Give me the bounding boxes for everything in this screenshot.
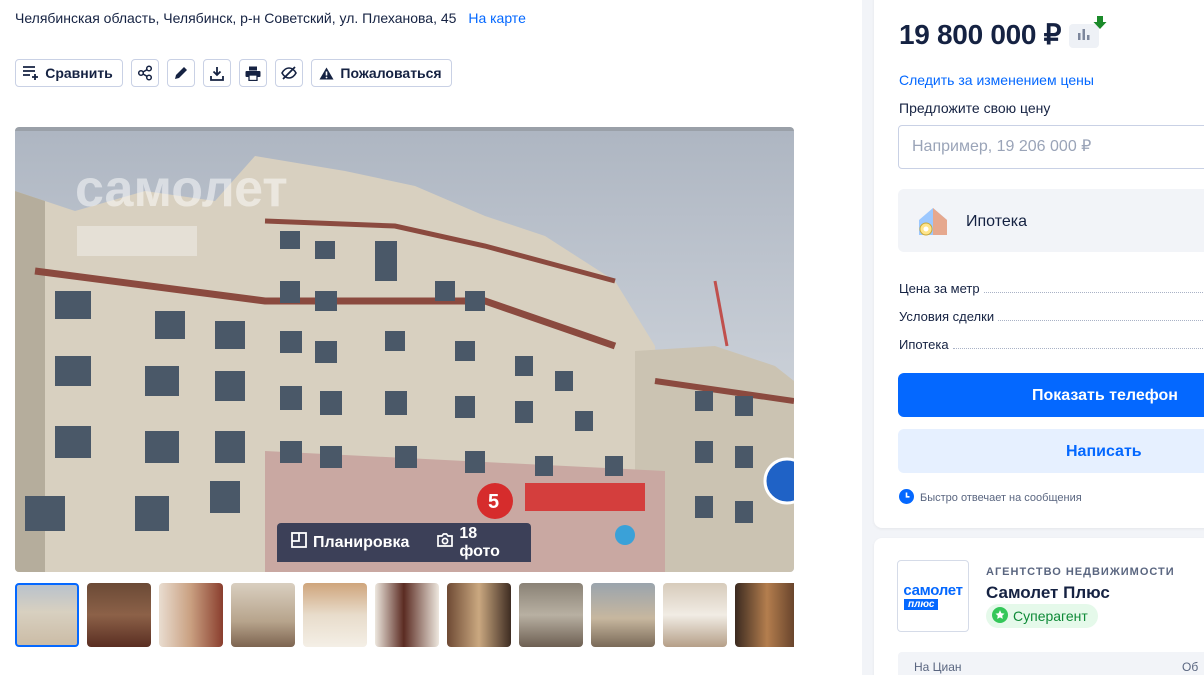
thumbnail[interactable] xyxy=(447,583,511,647)
address-line: Челябинская область, Челябинск, р-н Сове… xyxy=(15,9,526,27)
bar-chart-icon xyxy=(1077,27,1091,45)
download-icon xyxy=(210,66,224,81)
thumbnail-strip xyxy=(15,583,794,647)
thumbnail[interactable] xyxy=(303,583,367,647)
info-row-price-per-meter: Цена за метр xyxy=(899,280,1204,296)
follow-price-link[interactable]: Следить за изменением цены xyxy=(899,72,1094,88)
hide-icon xyxy=(281,66,297,80)
svg-text:5: 5 xyxy=(488,491,499,513)
edit-button[interactable] xyxy=(167,59,195,87)
info-row-label: Ипотека xyxy=(899,337,949,352)
agent-name[interactable]: Самолет Плюс xyxy=(986,583,1110,603)
thumbnail[interactable] xyxy=(375,583,439,647)
offer-price-label: Предложите свою цену xyxy=(899,100,1051,116)
compare-button[interactable]: Сравнить xyxy=(15,59,123,87)
photos-count-button[interactable]: 18 фото xyxy=(423,523,531,562)
map-link[interactable]: На карте xyxy=(468,10,526,26)
thumbnail[interactable] xyxy=(87,583,151,647)
dotted-leader xyxy=(952,348,1204,349)
hide-button[interactable] xyxy=(275,59,303,87)
agent-logo-subtext: плюс xyxy=(904,598,939,610)
info-row-label: Условия сделки xyxy=(899,309,995,324)
agent-stat-label: На Циан xyxy=(914,660,962,674)
main-photo[interactable]: 5 самолет Планировка 18 фото xyxy=(15,127,794,572)
price-down-icon xyxy=(1093,16,1107,35)
write-message-label: Написать xyxy=(1066,443,1142,460)
agent-type: АГЕНТСТВО НЕДВИЖИМОСТИ xyxy=(986,566,1175,578)
info-row-mortgage: Ипотека xyxy=(899,336,1204,352)
toolbar: Сравнить Пожаловаться xyxy=(15,59,452,87)
complain-label: Пожаловаться xyxy=(340,65,442,81)
info-row-deal-terms: Условия сделки xyxy=(899,308,1204,324)
camera-icon xyxy=(437,533,454,552)
write-message-button[interactable]: Написать xyxy=(898,429,1204,473)
price-value: 19 800 000 ₽ xyxy=(899,19,1062,50)
reply-speed-note: Быстро отвечает на сообщения xyxy=(899,489,1082,507)
pencil-icon xyxy=(174,66,188,80)
mortgage-banner[interactable]: Ипотека xyxy=(898,189,1204,252)
print-button[interactable] xyxy=(239,59,267,87)
building-photo: 5 самолет xyxy=(15,131,794,572)
info-row-label: Цена за метр xyxy=(899,281,980,296)
agent-logo-text: самолет xyxy=(903,581,963,599)
thumbnail[interactable] xyxy=(159,583,223,647)
photo-overlay-bar: Планировка 18 фото xyxy=(277,523,531,562)
complain-button[interactable]: Пожаловаться xyxy=(311,59,452,87)
clock-icon xyxy=(899,489,914,507)
offer-price-input[interactable] xyxy=(898,125,1204,169)
photos-count-label: 18 фото xyxy=(459,524,500,560)
thumbnail[interactable] xyxy=(519,583,583,647)
superagent-badge: Суперагент xyxy=(986,604,1098,628)
floorplan-icon xyxy=(291,532,307,553)
share-icon xyxy=(137,65,153,81)
superagent-label: Суперагент xyxy=(1013,608,1088,624)
thumbnail[interactable] xyxy=(735,583,794,647)
compare-icon xyxy=(23,66,39,80)
mortgage-label: Ипотека xyxy=(966,213,1028,230)
share-button[interactable] xyxy=(131,59,159,87)
floorplan-button[interactable]: Планировка xyxy=(277,523,423,562)
house-icon xyxy=(916,205,950,242)
address-text: Челябинская область, Челябинск, р-н Сове… xyxy=(15,10,457,26)
thumbnail[interactable] xyxy=(591,583,655,647)
download-button[interactable] xyxy=(203,59,231,87)
thumbnail[interactable] xyxy=(15,583,79,647)
warning-icon xyxy=(319,67,334,80)
thumbnail[interactable] xyxy=(231,583,295,647)
star-icon xyxy=(992,606,1008,626)
floorplan-label: Планировка xyxy=(313,533,410,551)
compare-label: Сравнить xyxy=(45,65,113,81)
watermark: самолет xyxy=(75,160,288,218)
agent-stat-label: Об xyxy=(1182,660,1199,674)
thumbnail[interactable] xyxy=(663,583,727,647)
agent-stats-bar: На Циан Об xyxy=(898,652,1204,675)
agent-logo[interactable]: самолет плюс xyxy=(897,560,969,632)
show-phone-label: Показать телефон xyxy=(1032,387,1178,404)
show-phone-button[interactable]: Показать телефон xyxy=(898,373,1204,417)
reply-speed-text: Быстро отвечает на сообщения xyxy=(920,492,1082,504)
print-icon xyxy=(245,66,261,81)
dotted-leader xyxy=(983,292,1204,293)
dotted-leader xyxy=(998,320,1204,321)
